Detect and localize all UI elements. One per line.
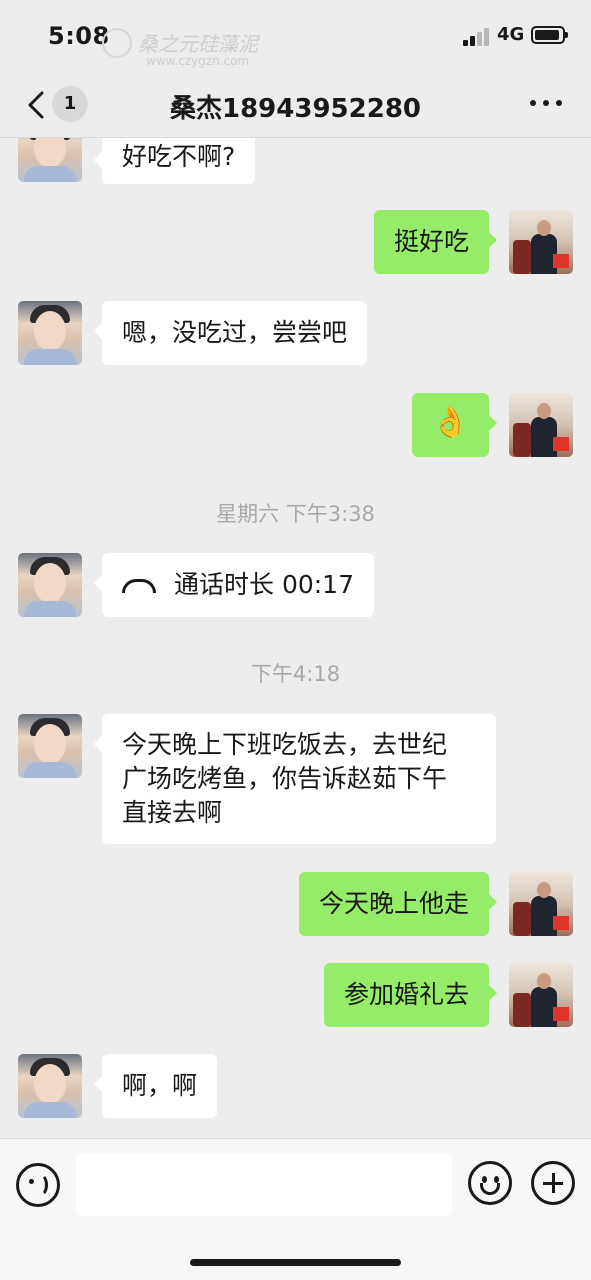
chat-header: 1 桑杰18943952280: [0, 72, 591, 138]
my-avatar[interactable]: [509, 872, 573, 936]
plus-icon[interactable]: [531, 1161, 575, 1205]
status-time: 5:08: [48, 22, 110, 50]
contact-avatar[interactable]: [18, 301, 82, 365]
signal-strength-icon: [463, 28, 493, 46]
contact-avatar[interactable]: [18, 553, 82, 617]
watermark-logo-icon: [102, 28, 132, 58]
network-type: 4G: [497, 24, 525, 45]
phone-call-icon: [122, 579, 156, 593]
contact-avatar[interactable]: [18, 714, 82, 778]
battery-icon: [531, 26, 568, 44]
call-record-bubble[interactable]: 通话时长 00:17: [94, 553, 374, 617]
call-duration-text: 通话时长 00:17: [174, 570, 354, 599]
more-options-icon[interactable]: [530, 100, 562, 108]
timestamp: 下午4:18: [250, 662, 341, 686]
watermark-url: www.czygzn.com: [146, 54, 250, 68]
timestamp: 星期六 下午3:38: [216, 502, 375, 526]
message-list[interactable]: 好吃不啊? 挺好吃 嗯，没吃过，尝尝吧 👌 星期六 下午3:38 通话时长 00…: [0, 138, 591, 1138]
my-avatar[interactable]: [509, 210, 573, 274]
message-line: 今天晚上下班吃饭去，去世纪: [122, 730, 448, 759]
status-bar: 5:08 桑之元硅藻泥 www.czygzn.com 4G: [0, 0, 591, 72]
message-bubble-sent[interactable]: 挺好吃: [373, 210, 498, 274]
message-bubble-received[interactable]: 嗯，没吃过，尝尝吧: [93, 301, 368, 365]
contact-avatar[interactable]: [18, 1054, 82, 1118]
message-bubble-sent-emoji[interactable]: 👌: [411, 393, 498, 457]
message-input[interactable]: [76, 1154, 452, 1216]
emoji-icon[interactable]: [468, 1161, 512, 1205]
home-indicator[interactable]: [190, 1259, 401, 1266]
voice-input-icon[interactable]: [16, 1163, 60, 1207]
message-line: 广场吃烤鱼，你告诉赵茹下午: [122, 764, 448, 793]
message-bubble-sent[interactable]: 参加婚礼去: [323, 963, 498, 1027]
message-bubble-received[interactable]: 今天晚上下班吃饭去，去世纪 广场吃烤鱼，你告诉赵茹下午 直接去啊: [94, 714, 496, 844]
chat-title: 桑杰18943952280: [170, 94, 421, 124]
message-bubble-received[interactable]: 好吃不啊?: [93, 138, 256, 184]
contact-avatar[interactable]: [18, 138, 82, 182]
message-bubble-sent[interactable]: 今天晚上他走: [298, 872, 498, 936]
my-avatar[interactable]: [509, 963, 573, 1027]
watermark-text: 桑之元硅藻泥: [138, 32, 258, 56]
my-avatar[interactable]: [509, 393, 573, 457]
message-line: 直接去啊: [122, 798, 223, 827]
message-bubble-received[interactable]: 啊，啊: [93, 1054, 218, 1118]
